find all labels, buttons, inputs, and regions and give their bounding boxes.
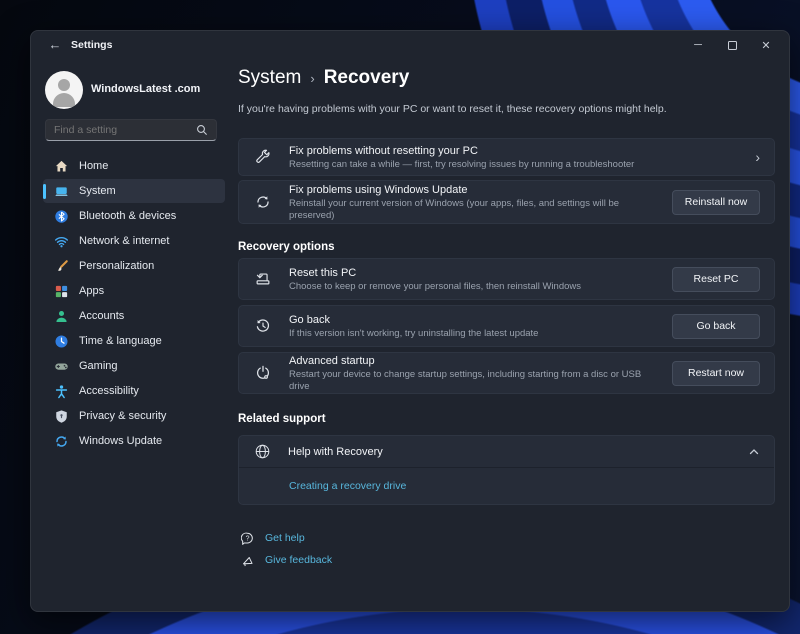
user-name: WindowsLatest .com	[91, 83, 200, 95]
power-gear-icon	[253, 363, 273, 383]
sidebar-item-personalization[interactable]: Personalization	[43, 254, 225, 278]
card-advanced-startup: Advanced startup Restart your device to …	[238, 352, 775, 394]
help-expander: Help with Recovery Creating a recovery d…	[238, 435, 775, 505]
back-button[interactable]: ←	[45, 36, 65, 54]
give-feedback-link: Give feedback	[265, 554, 332, 566]
sidebar-item-bluetooth-devices[interactable]: Bluetooth & devices	[43, 204, 225, 228]
card-title: Advanced startup	[289, 354, 660, 368]
minimize-icon: ─	[694, 39, 702, 51]
globe-icon	[253, 443, 271, 461]
card-fix-without-reset[interactable]: Fix problems without resetting your PC R…	[238, 138, 775, 176]
sidebar-item-privacy-security[interactable]: Privacy & security	[43, 404, 225, 428]
card-subtitle: Choose to keep or remove your personal f…	[289, 281, 660, 293]
wrench-icon	[253, 147, 273, 167]
brush-icon	[53, 258, 69, 274]
sidebar-item-network-internet[interactable]: Network & internet	[43, 229, 225, 253]
wifi-icon	[53, 233, 69, 249]
sync-icon	[253, 192, 273, 212]
card-title: Fix problems without resetting your PC	[289, 144, 745, 158]
update-icon	[53, 433, 69, 449]
section-related-support: Related support	[238, 413, 326, 425]
gamepad-icon	[53, 358, 69, 374]
search-input[interactable]	[54, 124, 196, 136]
chevron-right-icon: ›	[755, 149, 760, 165]
reinstall-now-button[interactable]: Reinstall now	[672, 190, 760, 215]
maximize-button[interactable]	[715, 31, 749, 59]
card-reset-pc: Reset this PC Choose to keep or remove y…	[238, 258, 775, 300]
sidebar-item-home[interactable]: Home	[43, 154, 225, 178]
page-description: If you're having problems with your PC o…	[238, 103, 667, 115]
card-subtitle: Reinstall your current version of Window…	[289, 198, 660, 222]
minimize-button[interactable]: ─	[681, 31, 715, 59]
section-recovery-options: Recovery options	[238, 241, 335, 253]
breadcrumb: System › Recovery	[238, 67, 409, 89]
svg-text:?: ?	[245, 535, 249, 542]
accessibility-icon	[53, 383, 69, 399]
person-icon	[53, 308, 69, 324]
restart-now-button[interactable]: Restart now	[672, 361, 760, 386]
search-box[interactable]	[45, 119, 217, 141]
get-help-icon: ?	[240, 531, 254, 545]
sidebar-item-system[interactable]: System	[43, 179, 225, 203]
close-button[interactable]: ✕	[749, 31, 783, 59]
card-title: Reset this PC	[289, 266, 660, 280]
system-icon	[53, 183, 69, 199]
get-help-link: Get help	[265, 532, 305, 544]
sidebar-item-accessibility[interactable]: Accessibility	[43, 379, 225, 403]
close-icon: ✕	[761, 39, 770, 52]
avatar[interactable]	[45, 71, 83, 109]
sidebar-item-accounts[interactable]: Accounts	[43, 304, 225, 328]
selected-indicator	[43, 184, 46, 199]
sidebar-item-windows-update[interactable]: Windows Update	[43, 429, 225, 453]
card-title: Go back	[289, 313, 660, 327]
bluetooth-icon	[53, 208, 69, 224]
back-arrow-icon: ←	[49, 37, 62, 52]
breadcrumb-separator-icon: ›	[310, 71, 314, 86]
shield-icon	[53, 408, 69, 424]
sidebar-item-time-language[interactable]: Time & language	[43, 329, 225, 353]
help-expander-title: Help with Recovery	[288, 445, 383, 459]
help-expander-header[interactable]: Help with Recovery	[239, 436, 774, 467]
card-subtitle: Restart your device to change startup se…	[289, 369, 660, 393]
reset-pc-button[interactable]: Reset PC	[672, 267, 760, 292]
settings-window: ← Settings ─ ✕ WindowsLatest .com Home S…	[30, 30, 790, 612]
breadcrumb-system[interactable]: System	[238, 67, 301, 89]
card-fix-with-update: Fix problems using Windows Update Reinst…	[238, 180, 775, 224]
sidebar-item-gaming[interactable]: Gaming	[43, 354, 225, 378]
sidebar-item-apps[interactable]: Apps	[43, 279, 225, 303]
page-title: Recovery	[324, 67, 410, 89]
clock-icon	[53, 333, 69, 349]
home-icon	[53, 158, 69, 174]
go-back-button[interactable]: Go back	[672, 314, 760, 339]
titlebar: ← Settings ─ ✕	[31, 31, 789, 59]
card-title: Fix problems using Windows Update	[289, 183, 660, 197]
history-icon	[253, 316, 273, 336]
app-title: Settings	[71, 39, 112, 51]
recovery-drive-link[interactable]: Creating a recovery drive	[289, 480, 406, 492]
card-subtitle: Resetting can take a while — first, try …	[289, 159, 745, 171]
main-content: System › Recovery If you're having probl…	[238, 59, 775, 611]
maximize-icon	[728, 41, 737, 50]
card-subtitle: If this version isn't working, try unins…	[289, 328, 660, 340]
search-icon	[196, 124, 208, 136]
sidebar-nav: Home System Bluetooth & devices Network …	[43, 154, 225, 454]
reset-pc-icon	[253, 269, 273, 289]
feedback-icon	[240, 553, 254, 567]
apps-grid-icon	[53, 283, 69, 299]
give-feedback-row[interactable]: Give feedback	[240, 551, 332, 569]
sidebar: WindowsLatest .com Home System Bluetooth…	[31, 59, 237, 611]
get-help-row[interactable]: ? Get help	[240, 529, 305, 547]
card-go-back: Go back If this version isn't working, t…	[238, 305, 775, 347]
chevron-up-icon	[748, 446, 760, 458]
